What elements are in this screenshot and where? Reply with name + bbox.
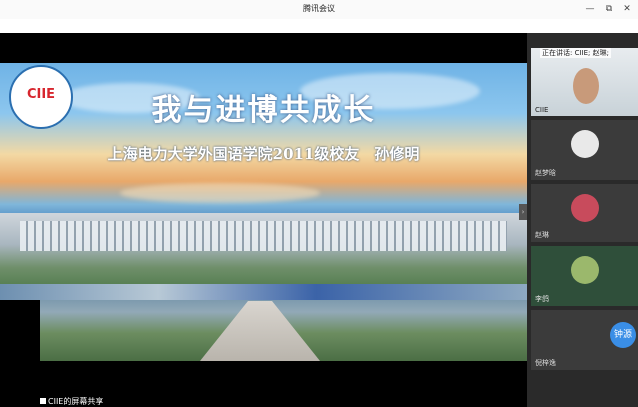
slide-title: 我与进博共成长: [151, 93, 376, 128]
title-bar: 腾讯会议 — ⧉ ✕: [0, 0, 638, 20]
shared-slide: CIIE 我与进博共成长 上海电力大学外国语学院2011级校友 孙修明: [0, 63, 527, 291]
cloud-shape: [120, 183, 320, 203]
minimize-button[interactable]: —: [584, 3, 596, 15]
plaza-image: [40, 291, 527, 361]
window-title: 腾讯会议: [303, 4, 335, 13]
participant-tile[interactable]: 李鸽: [531, 246, 638, 306]
participant-tile[interactable]: 赵琳: [531, 184, 638, 242]
building-facade: [20, 221, 507, 251]
avatar: [571, 130, 599, 158]
meeting-toolbar: [0, 19, 638, 33]
participant-video: [573, 68, 599, 104]
participant-tile-ciie[interactable]: CIIE: [531, 48, 638, 116]
participant-tile[interactable]: 赵梦晗: [531, 120, 638, 180]
slide-subtitle: 上海电力大学外国语学院2011级校友 孙修明: [107, 145, 420, 163]
avatar: [571, 256, 599, 284]
screen-share-icon: [40, 398, 46, 404]
avatar: [571, 194, 599, 222]
panel-collapse-arrow[interactable]: ›: [519, 204, 527, 220]
participant-avatar-button[interactable]: 钟源: [610, 322, 636, 348]
slide-lower-area: [0, 291, 527, 407]
exhibition-building-image: [0, 213, 527, 291]
restore-button[interactable]: ⧉: [603, 3, 615, 15]
speaking-indicator: 正在讲话: CIIE; 赵琳;: [540, 48, 611, 58]
share-label: CIIE的屏幕共享: [40, 396, 103, 407]
render-glitch-band: [0, 284, 527, 300]
plaza-road: [200, 301, 320, 361]
close-button[interactable]: ✕: [621, 3, 633, 15]
